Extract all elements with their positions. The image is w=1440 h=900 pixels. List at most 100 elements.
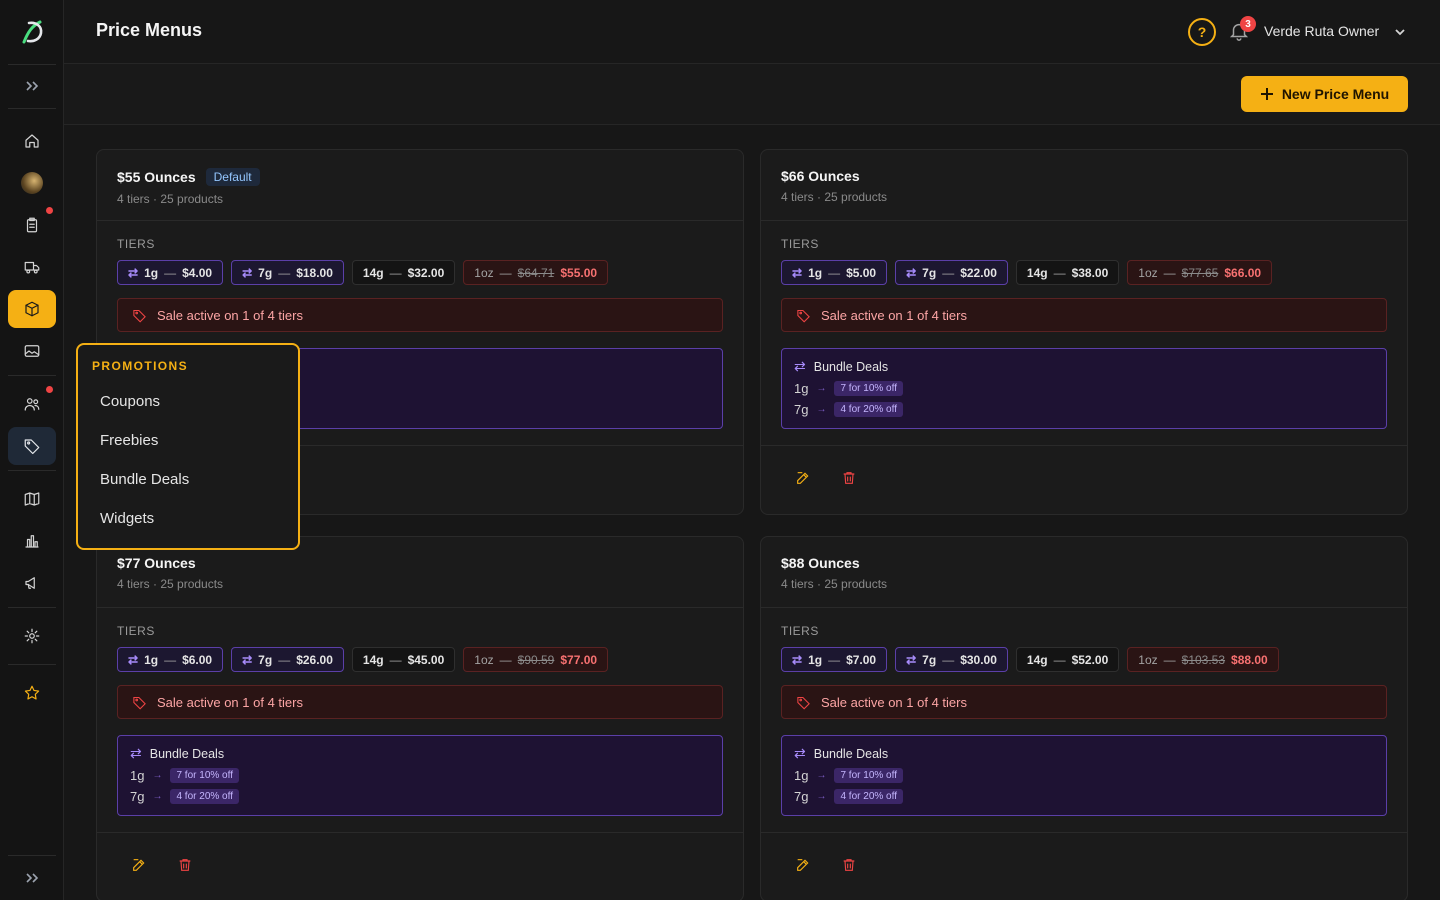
sidebar-item-settings[interactable] [8,617,56,655]
delete-button[interactable] [841,857,857,878]
truck-icon [24,261,40,274]
tag-icon [133,309,146,323]
sidebar-item-store[interactable] [8,164,56,202]
bundle-title: Bundle Deals [813,746,889,761]
tier-qty: 7g [922,652,937,667]
tier-qty: 7g [258,652,273,667]
expand-sidebar-bottom-button[interactable] [0,856,64,900]
tier-qty: 1g [144,652,159,667]
sale-banner: Sale active on 1 of 4 tiers [781,685,1387,719]
delete-button[interactable] [841,470,857,491]
default-badge: Default [205,168,260,186]
tier-chip[interactable]: ⇄ 7g — $30.00 [895,647,1008,672]
tiers-label: TIERS [117,624,155,638]
bundle-qty: 1g [130,767,145,783]
tier-chip[interactable]: ⇄ 1g — $6.00 [117,647,224,672]
tier-chip-sale[interactable]: 1oz — $90.59 $77.00 [463,647,609,672]
price-menu-card[interactable]: $88 Ounces 4 tiers · 25 products TIERS ⇄… [760,536,1408,900]
tier-chip[interactable]: ⇄ 7g — $26.00 [231,647,344,672]
tier-chip[interactable]: ⇄ 1g — $4.00 [117,260,224,285]
menu-item-freebies[interactable]: Freebies [90,421,286,460]
tier-qty: 1oz [1138,652,1158,667]
card-body: TIERS ⇄ 1g — $5.00 ⇄ 7g — $22.00 14g — $… [761,221,1407,446]
edit-button[interactable] [795,470,811,491]
card-title[interactable]: $55 Ounces [117,169,196,185]
card-body: TIERS ⇄ 1g — $6.00 ⇄ 7g — $26.00 14g — $… [97,608,743,833]
star-icon [24,685,40,700]
tier-chip[interactable]: ⇄ 1g — $5.00 [781,260,888,285]
sidebar-item-media[interactable] [8,332,56,370]
price-menu-card[interactable]: $66 Ounces 4 tiers · 25 products TIERS ⇄… [760,149,1408,515]
trash-icon [179,858,191,871]
tier-dash: — [942,265,955,280]
box-icon [25,301,39,317]
tier-old-price: $77.65 [1181,265,1219,280]
tier-qty: 1g [808,652,823,667]
image-icon [24,345,40,357]
sidebar-item-products[interactable] [8,290,56,328]
tier-chip[interactable]: ⇄ 7g — $22.00 [895,260,1008,285]
toolbar: New Price Menu [64,64,1440,125]
tier-old-price: $90.59 [517,652,555,667]
card-title[interactable]: $66 Ounces [781,168,860,184]
menu-item-bundle-deals[interactable]: Bundle Deals [90,460,286,499]
card-title[interactable]: $88 Ounces [781,555,860,571]
sidebar [0,0,64,900]
tier-price: $5.00 [846,265,877,280]
help-icon[interactable]: ? [1188,18,1216,46]
sidebar-item-reports[interactable] [8,522,56,560]
sidebar-divider [8,664,56,665]
sidebar-item-favorites[interactable] [8,674,56,712]
tier-qty: 1oz [474,265,494,280]
tier-price: $26.00 [296,652,333,667]
sidebar-item-promotions[interactable] [8,427,56,465]
tier-chip[interactable]: 14g — $32.00 [351,260,456,285]
plus-icon [1260,88,1273,100]
arrow-icon: → [152,790,163,802]
tier-chip-sale[interactable]: 1oz — $64.71 $55.00 [463,260,609,285]
user-menu-chevron[interactable] [1392,24,1408,45]
bundle-deal-pill: 7 for 10% off [170,767,239,783]
tier-chip[interactable]: ⇄ 7g — $18.00 [231,260,344,285]
bundle-deal-line: 7g → 4 for 20% off [794,401,1374,417]
bundle-deal-pill: 4 for 20% off [834,788,903,804]
swap-icon: ⇄ [128,265,139,280]
edit-button[interactable] [131,857,147,878]
sale-banner: Sale active on 1 of 4 tiers [781,298,1387,332]
menu-item-widgets[interactable]: Widgets [90,499,286,538]
sale-text: Sale active on 1 of 4 tiers [157,307,303,323]
delete-button[interactable] [177,857,193,878]
map-icon [24,492,40,506]
new-price-menu-button[interactable]: New Price Menu [1241,76,1408,112]
tier-dash: — [164,265,177,280]
tier-old-price: $64.71 [517,265,555,280]
top-bar: Price Menus ? 3 Verde Ruta Owner [64,0,1440,64]
sale-banner: Sale active on 1 of 4 tiers [117,298,723,332]
card-title[interactable]: $77 Ounces [117,555,196,571]
user-menu[interactable]: Verde Ruta Owner [1264,23,1379,39]
menu-item-coupons[interactable]: Coupons [90,382,286,421]
tier-qty: 14g [362,652,384,667]
tier-chip[interactable]: 14g — $52.00 [1015,647,1120,672]
bundle-title: Bundle Deals [149,746,225,761]
edit-button[interactable] [795,857,811,878]
tier-dash: — [828,652,841,667]
tier-dash: — [499,265,512,280]
bundle-deals-box: ⇄ Bundle Deals 1g → 7 for 10% off 7g → 4… [781,735,1387,816]
tiers-label: TIERS [781,624,819,638]
price-menu-card[interactable]: $77 Ounces 4 tiers · 25 products TIERS ⇄… [96,536,744,900]
tier-chip[interactable]: 14g — $38.00 [1015,260,1120,285]
tier-chip-sale[interactable]: 1oz — $77.65 $66.00 [1127,260,1273,285]
sidebar-item-catalog[interactable] [8,480,56,518]
notification-count-badge: 3 [1240,16,1256,32]
sidebar-item-home[interactable] [8,122,56,160]
brand-logo[interactable] [16,16,48,48]
tier-dash: — [164,652,177,667]
tier-chip[interactable]: 14g — $45.00 [351,647,456,672]
bundle-deal-pill: 7 for 10% off [834,380,903,396]
tier-chip[interactable]: ⇄ 1g — $7.00 [781,647,888,672]
expand-sidebar-button[interactable] [0,64,64,108]
sidebar-item-marketing[interactable] [8,564,56,602]
tier-chip-sale[interactable]: 1oz — $103.53 $88.00 [1127,647,1279,672]
sidebar-item-delivery[interactable] [8,248,56,286]
